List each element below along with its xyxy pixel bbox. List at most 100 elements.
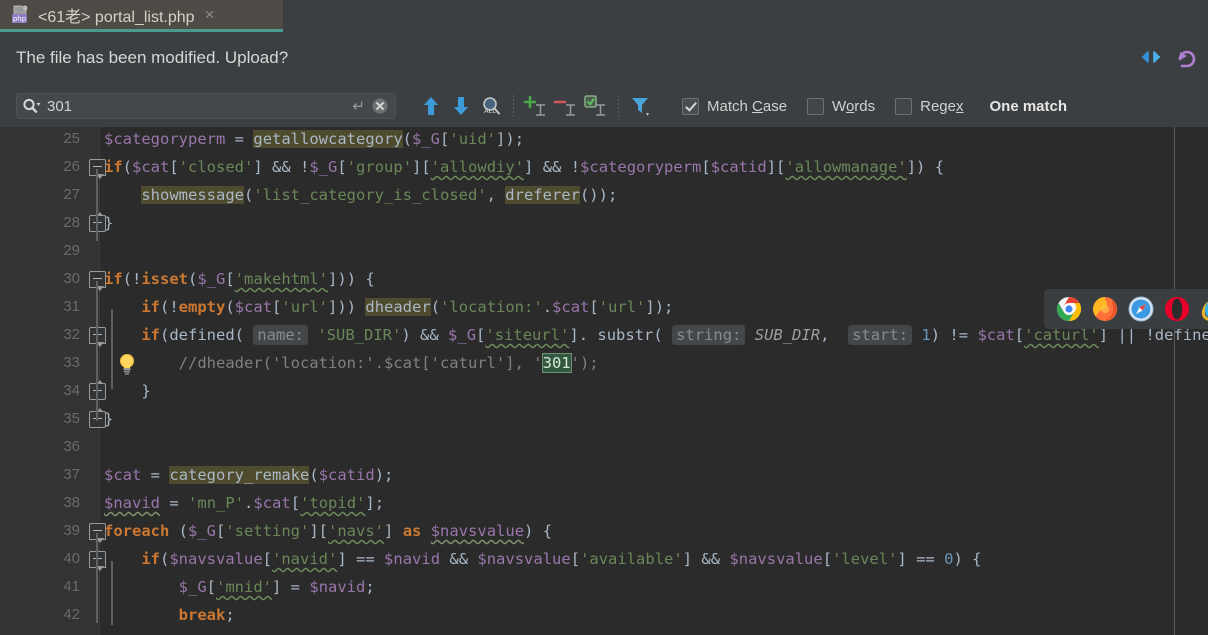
code-line[interactable]: 33 //dheader('location:'.$cat['caturl'],… <box>0 349 1208 377</box>
code-line[interactable]: 34 } <box>0 377 1208 405</box>
code-line[interactable]: 36 <box>0 433 1208 461</box>
search-input[interactable] <box>41 97 353 115</box>
line-number: 34 <box>63 382 80 399</box>
line-number: 29 <box>63 242 80 259</box>
revert-icon[interactable] <box>1174 46 1198 73</box>
code-line[interactable]: 37 $cat = category_remake($catid); <box>0 461 1208 489</box>
code-text[interactable]: if(defined( name: 'SUB_DIR') && $_G['sit… <box>104 321 1208 349</box>
code-line[interactable]: 40 if($navsvalue['navid'] == $navid && $… <box>0 545 1208 573</box>
code-text[interactable]: $cat = category_remake($catid); <box>104 461 393 489</box>
enter-hint-icon: ↵ <box>352 98 365 115</box>
code-line[interactable]: 41 $_G['mnid'] = $navid; <box>0 573 1208 601</box>
code-line[interactable]: 27 showmessage('list_category_is_closed'… <box>0 181 1208 209</box>
ide-window: php <61老> portal_list.php × The file has… <box>0 0 1208 635</box>
line-number: 39 <box>63 522 80 539</box>
editor-tab-label: <61老> portal_list.php <box>38 8 195 26</box>
code-line[interactable]: 39 foreach ($_G['setting']['navs'] as $na… <box>0 517 1208 545</box>
line-number: 25 <box>63 130 80 147</box>
line-number: 31 <box>63 298 80 315</box>
match-count-label: One match <box>989 97 1068 115</box>
code-line[interactable]: 26 if($cat['closed'] && !$_G['group']['al… <box>0 153 1208 181</box>
code-text[interactable]: foreach ($_G['setting']['navs'] as $navs… <box>104 517 552 545</box>
notification-actions <box>1140 46 1198 73</box>
line-number: 36 <box>63 438 80 455</box>
code-text[interactable]: if(!empty($cat['url'])) dheader('locatio… <box>104 293 673 321</box>
code-line[interactable]: 38 $navid = 'mn_P'.$cat['topid']; <box>0 489 1208 517</box>
fold-rail <box>96 281 98 421</box>
code-text[interactable]: $categoryperm = getallowcategory($_G['ui… <box>104 127 524 153</box>
code-line[interactable]: 29 <box>0 237 1208 265</box>
line-number: 38 <box>63 494 80 511</box>
code-text[interactable]: if($cat['closed'] && !$_G['group']['allo… <box>104 153 944 181</box>
code-line[interactable]: 35} <box>0 405 1208 433</box>
match-case-label: Match Case <box>707 97 788 115</box>
line-number: 26 <box>63 158 80 175</box>
find-previous-button[interactable] <box>416 91 446 121</box>
search-icon <box>23 98 41 114</box>
code-line[interactable]: 25 $categoryperm = getallowcategory($_G['… <box>0 127 1208 153</box>
toolbar-separator-2 <box>618 95 619 117</box>
line-number: 33 <box>63 354 80 371</box>
line-number: 37 <box>63 466 80 483</box>
safari-icon[interactable] <box>1128 296 1154 322</box>
select-all-occurrences-button[interactable] <box>581 91 611 121</box>
match-case-checkbox[interactable]: Match Case <box>682 97 788 115</box>
line-number: 27 <box>63 186 80 203</box>
add-occurrence-button[interactable] <box>521 91 551 121</box>
firefox-icon[interactable] <box>1092 296 1118 322</box>
code-text[interactable]: $navid = 'mn_P'.$cat['topid']; <box>104 489 384 517</box>
regex-box[interactable] <box>895 97 913 115</box>
upload-notification-bar: The file has been modified. Upload? <box>0 32 1208 85</box>
find-all-button[interactable]: ALL <box>476 91 506 121</box>
regex-checkbox[interactable]: Regex <box>895 97 964 115</box>
code-editor[interactable]: 25 $categoryperm = getallowcategory($_G['… <box>0 127 1208 635</box>
line-number: 42 <box>63 606 80 623</box>
find-next-button[interactable] <box>446 91 476 121</box>
code-line[interactable]: 30 if(!isset($_G['makehtml'])) { <box>0 265 1208 293</box>
regex-label: Regex <box>920 97 964 115</box>
php-file-icon: php <box>12 5 30 24</box>
code-text[interactable]: break; <box>104 601 235 629</box>
code-line[interactable]: 28} <box>0 209 1208 237</box>
code-line[interactable]: 32 if(defined( name: 'SUB_DIR') && $_G['… <box>0 321 1208 349</box>
open-in-browser-popup[interactable] <box>1044 289 1208 329</box>
code-line[interactable]: 42 break; <box>0 601 1208 629</box>
fold-rail <box>96 169 98 241</box>
line-number: 32 <box>63 326 80 343</box>
fold-rail <box>111 309 113 389</box>
svg-text:ALL: ALL <box>484 107 496 115</box>
code-text[interactable]: //dheader('location:'.$cat['caturl'], '3… <box>104 349 599 377</box>
remove-occurrence-button[interactable] <box>551 91 581 121</box>
line-number: 40 <box>63 550 80 567</box>
collapse-diff-icon[interactable] <box>1140 47 1162 72</box>
toolbar-separator <box>513 95 514 117</box>
notification-message: The file has been modified. Upload? <box>16 48 289 67</box>
match-case-box[interactable] <box>682 97 699 115</box>
code-text[interactable]: $_G['mnid'] = $navid; <box>104 573 375 601</box>
internet-explorer-icon[interactable] <box>1200 296 1208 322</box>
find-toolbar: ↵ ALL <box>0 85 1208 128</box>
line-number: 28 <box>63 214 80 231</box>
fold-rail <box>96 533 98 623</box>
search-field[interactable]: ↵ <box>16 93 396 119</box>
words-label: Words <box>832 97 876 115</box>
code-text[interactable]: if(!isset($_G['makehtml'])) { <box>104 265 375 293</box>
code-line[interactable]: 31 if(!empty($cat['url'])) dheader('loca… <box>0 293 1208 321</box>
svg-text:php: php <box>13 15 27 23</box>
line-number: 30 <box>63 270 80 287</box>
opera-icon[interactable] <box>1164 296 1190 322</box>
clear-search-icon[interactable] <box>371 97 389 115</box>
editor-tab-bar: php <61老> portal_list.php × <box>0 0 1208 32</box>
line-number: 35 <box>63 410 80 427</box>
close-icon[interactable]: × <box>205 6 215 23</box>
code-text[interactable]: if($navsvalue['navid'] == $navid && $nav… <box>104 545 981 573</box>
code-text[interactable]: } <box>104 405 113 433</box>
words-checkbox[interactable]: Words <box>807 97 876 115</box>
line-number: 41 <box>63 578 80 595</box>
editor-tab-portal-list-php[interactable]: php <61老> portal_list.php × <box>0 0 283 32</box>
filter-button[interactable] <box>626 91 656 121</box>
words-box[interactable] <box>807 97 825 115</box>
code-text[interactable]: } <box>104 209 113 237</box>
code-text[interactable]: showmessage('list_category_is_closed', d… <box>104 181 617 209</box>
chrome-icon[interactable] <box>1056 296 1082 322</box>
